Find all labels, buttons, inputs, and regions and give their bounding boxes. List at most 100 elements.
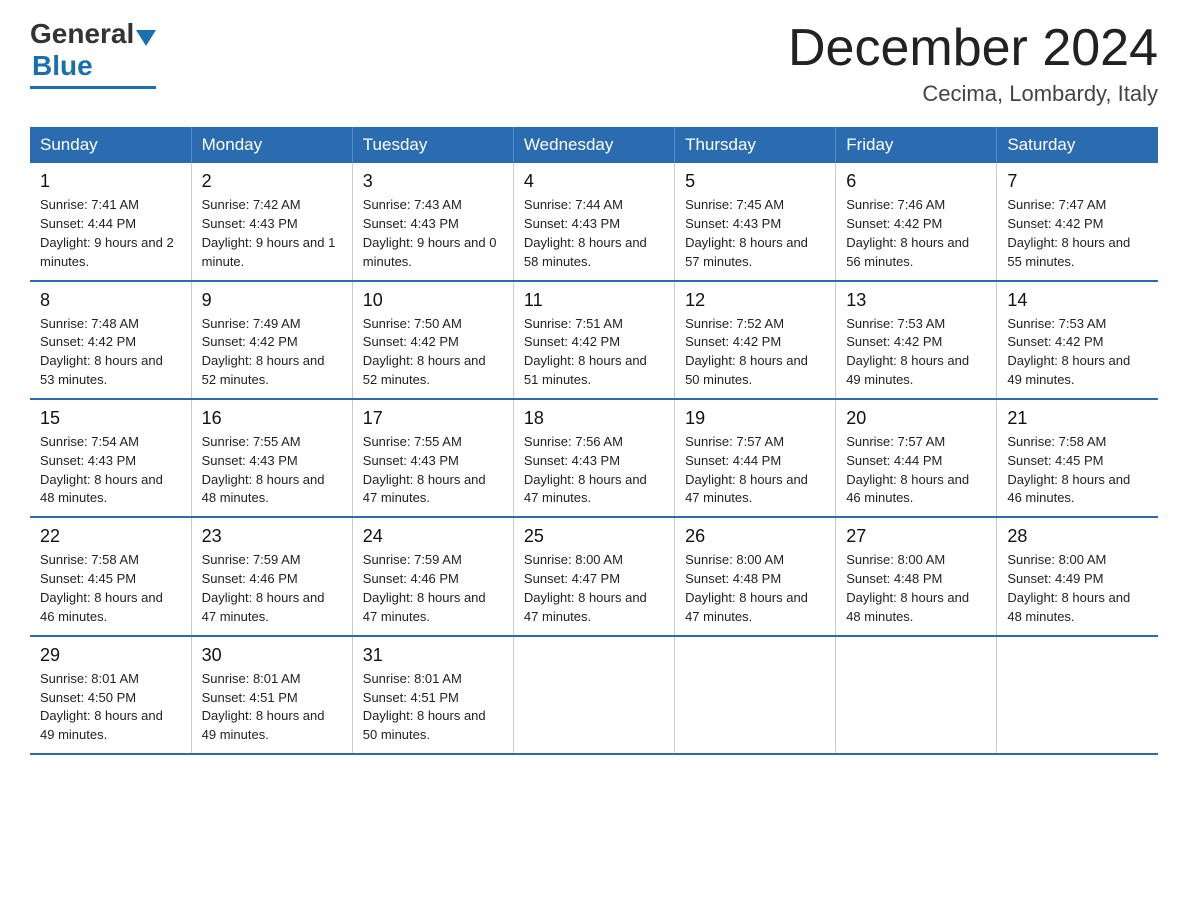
table-row: 29 Sunrise: 8:01 AM Sunset: 4:50 PM Dayl…	[30, 636, 191, 754]
calendar-week-row: 22 Sunrise: 7:58 AM Sunset: 4:45 PM Dayl…	[30, 517, 1158, 635]
day-number: 11	[524, 290, 664, 311]
day-info: Sunrise: 7:43 AM Sunset: 4:43 PM Dayligh…	[363, 196, 503, 271]
day-number: 3	[363, 171, 503, 192]
table-row: 14 Sunrise: 7:53 AM Sunset: 4:42 PM Dayl…	[997, 281, 1158, 399]
day-number: 23	[202, 526, 342, 547]
day-number: 1	[40, 171, 181, 192]
day-info: Sunrise: 8:00 AM Sunset: 4:47 PM Dayligh…	[524, 551, 664, 626]
calendar-header-row: Sunday Monday Tuesday Wednesday Thursday…	[30, 127, 1158, 163]
table-row: 11 Sunrise: 7:51 AM Sunset: 4:42 PM Dayl…	[513, 281, 674, 399]
table-row: 22 Sunrise: 7:58 AM Sunset: 4:45 PM Dayl…	[30, 517, 191, 635]
day-info: Sunrise: 8:00 AM Sunset: 4:48 PM Dayligh…	[685, 551, 825, 626]
day-number: 20	[846, 408, 986, 429]
col-sunday: Sunday	[30, 127, 191, 163]
table-row: 18 Sunrise: 7:56 AM Sunset: 4:43 PM Dayl…	[513, 399, 674, 517]
day-info: Sunrise: 7:55 AM Sunset: 4:43 PM Dayligh…	[202, 433, 342, 508]
day-number: 4	[524, 171, 664, 192]
day-number: 2	[202, 171, 342, 192]
day-info: Sunrise: 7:52 AM Sunset: 4:42 PM Dayligh…	[685, 315, 825, 390]
day-info: Sunrise: 7:58 AM Sunset: 4:45 PM Dayligh…	[1007, 433, 1148, 508]
day-number: 31	[363, 645, 503, 666]
day-info: Sunrise: 7:48 AM Sunset: 4:42 PM Dayligh…	[40, 315, 181, 390]
table-row: 12 Sunrise: 7:52 AM Sunset: 4:42 PM Dayl…	[675, 281, 836, 399]
col-saturday: Saturday	[997, 127, 1158, 163]
day-number: 28	[1007, 526, 1148, 547]
day-info: Sunrise: 8:01 AM Sunset: 4:51 PM Dayligh…	[363, 670, 503, 745]
calendar-week-row: 29 Sunrise: 8:01 AM Sunset: 4:50 PM Dayl…	[30, 636, 1158, 754]
table-row: 28 Sunrise: 8:00 AM Sunset: 4:49 PM Dayl…	[997, 517, 1158, 635]
day-number: 25	[524, 526, 664, 547]
day-number: 8	[40, 290, 181, 311]
day-number: 14	[1007, 290, 1148, 311]
day-info: Sunrise: 7:41 AM Sunset: 4:44 PM Dayligh…	[40, 196, 181, 271]
day-info: Sunrise: 8:00 AM Sunset: 4:48 PM Dayligh…	[846, 551, 986, 626]
location-title: Cecima, Lombardy, Italy	[788, 81, 1158, 107]
col-tuesday: Tuesday	[352, 127, 513, 163]
day-info: Sunrise: 8:00 AM Sunset: 4:49 PM Dayligh…	[1007, 551, 1148, 626]
day-info: Sunrise: 7:58 AM Sunset: 4:45 PM Dayligh…	[40, 551, 181, 626]
table-row: 5 Sunrise: 7:45 AM Sunset: 4:43 PM Dayli…	[675, 163, 836, 280]
table-row: 9 Sunrise: 7:49 AM Sunset: 4:42 PM Dayli…	[191, 281, 352, 399]
day-info: Sunrise: 7:57 AM Sunset: 4:44 PM Dayligh…	[685, 433, 825, 508]
day-number: 21	[1007, 408, 1148, 429]
day-number: 19	[685, 408, 825, 429]
col-friday: Friday	[836, 127, 997, 163]
day-number: 22	[40, 526, 181, 547]
day-number: 10	[363, 290, 503, 311]
day-info: Sunrise: 7:42 AM Sunset: 4:43 PM Dayligh…	[202, 196, 342, 271]
day-info: Sunrise: 7:46 AM Sunset: 4:42 PM Dayligh…	[846, 196, 986, 271]
title-area: December 2024 Cecima, Lombardy, Italy	[788, 20, 1158, 107]
day-number: 12	[685, 290, 825, 311]
day-info: Sunrise: 7:45 AM Sunset: 4:43 PM Dayligh…	[685, 196, 825, 271]
table-row: 16 Sunrise: 7:55 AM Sunset: 4:43 PM Dayl…	[191, 399, 352, 517]
table-row	[513, 636, 674, 754]
table-row: 6 Sunrise: 7:46 AM Sunset: 4:42 PM Dayli…	[836, 163, 997, 280]
table-row	[675, 636, 836, 754]
day-info: Sunrise: 7:49 AM Sunset: 4:42 PM Dayligh…	[202, 315, 342, 390]
day-number: 29	[40, 645, 181, 666]
table-row: 20 Sunrise: 7:57 AM Sunset: 4:44 PM Dayl…	[836, 399, 997, 517]
day-number: 16	[202, 408, 342, 429]
table-row: 17 Sunrise: 7:55 AM Sunset: 4:43 PM Dayl…	[352, 399, 513, 517]
day-number: 13	[846, 290, 986, 311]
day-info: Sunrise: 7:50 AM Sunset: 4:42 PM Dayligh…	[363, 315, 503, 390]
logo: General Blue	[30, 20, 156, 89]
calendar-week-row: 15 Sunrise: 7:54 AM Sunset: 4:43 PM Dayl…	[30, 399, 1158, 517]
day-info: Sunrise: 8:01 AM Sunset: 4:51 PM Dayligh…	[202, 670, 342, 745]
day-info: Sunrise: 7:57 AM Sunset: 4:44 PM Dayligh…	[846, 433, 986, 508]
logo-general-text: General	[30, 20, 134, 48]
day-info: Sunrise: 8:01 AM Sunset: 4:50 PM Dayligh…	[40, 670, 181, 745]
day-info: Sunrise: 7:53 AM Sunset: 4:42 PM Dayligh…	[846, 315, 986, 390]
table-row: 30 Sunrise: 8:01 AM Sunset: 4:51 PM Dayl…	[191, 636, 352, 754]
calendar-week-row: 1 Sunrise: 7:41 AM Sunset: 4:44 PM Dayli…	[30, 163, 1158, 280]
table-row: 1 Sunrise: 7:41 AM Sunset: 4:44 PM Dayli…	[30, 163, 191, 280]
day-info: Sunrise: 7:44 AM Sunset: 4:43 PM Dayligh…	[524, 196, 664, 271]
table-row: 23 Sunrise: 7:59 AM Sunset: 4:46 PM Dayl…	[191, 517, 352, 635]
day-info: Sunrise: 7:56 AM Sunset: 4:43 PM Dayligh…	[524, 433, 664, 508]
day-number: 5	[685, 171, 825, 192]
day-number: 7	[1007, 171, 1148, 192]
table-row: 4 Sunrise: 7:44 AM Sunset: 4:43 PM Dayli…	[513, 163, 674, 280]
logo-underline	[30, 86, 156, 89]
header: General Blue December 2024 Cecima, Lomba…	[30, 20, 1158, 107]
table-row: 21 Sunrise: 7:58 AM Sunset: 4:45 PM Dayl…	[997, 399, 1158, 517]
table-row: 24 Sunrise: 7:59 AM Sunset: 4:46 PM Dayl…	[352, 517, 513, 635]
day-info: Sunrise: 7:55 AM Sunset: 4:43 PM Dayligh…	[363, 433, 503, 508]
table-row: 31 Sunrise: 8:01 AM Sunset: 4:51 PM Dayl…	[352, 636, 513, 754]
table-row: 10 Sunrise: 7:50 AM Sunset: 4:42 PM Dayl…	[352, 281, 513, 399]
day-number: 17	[363, 408, 503, 429]
table-row: 3 Sunrise: 7:43 AM Sunset: 4:43 PM Dayli…	[352, 163, 513, 280]
table-row	[997, 636, 1158, 754]
day-number: 9	[202, 290, 342, 311]
day-info: Sunrise: 7:51 AM Sunset: 4:42 PM Dayligh…	[524, 315, 664, 390]
day-info: Sunrise: 7:59 AM Sunset: 4:46 PM Dayligh…	[363, 551, 503, 626]
day-number: 30	[202, 645, 342, 666]
logo-triangle-icon	[136, 30, 156, 46]
table-row: 7 Sunrise: 7:47 AM Sunset: 4:42 PM Dayli…	[997, 163, 1158, 280]
table-row: 19 Sunrise: 7:57 AM Sunset: 4:44 PM Dayl…	[675, 399, 836, 517]
table-row: 2 Sunrise: 7:42 AM Sunset: 4:43 PM Dayli…	[191, 163, 352, 280]
calendar-week-row: 8 Sunrise: 7:48 AM Sunset: 4:42 PM Dayli…	[30, 281, 1158, 399]
day-info: Sunrise: 7:54 AM Sunset: 4:43 PM Dayligh…	[40, 433, 181, 508]
day-number: 15	[40, 408, 181, 429]
col-thursday: Thursday	[675, 127, 836, 163]
